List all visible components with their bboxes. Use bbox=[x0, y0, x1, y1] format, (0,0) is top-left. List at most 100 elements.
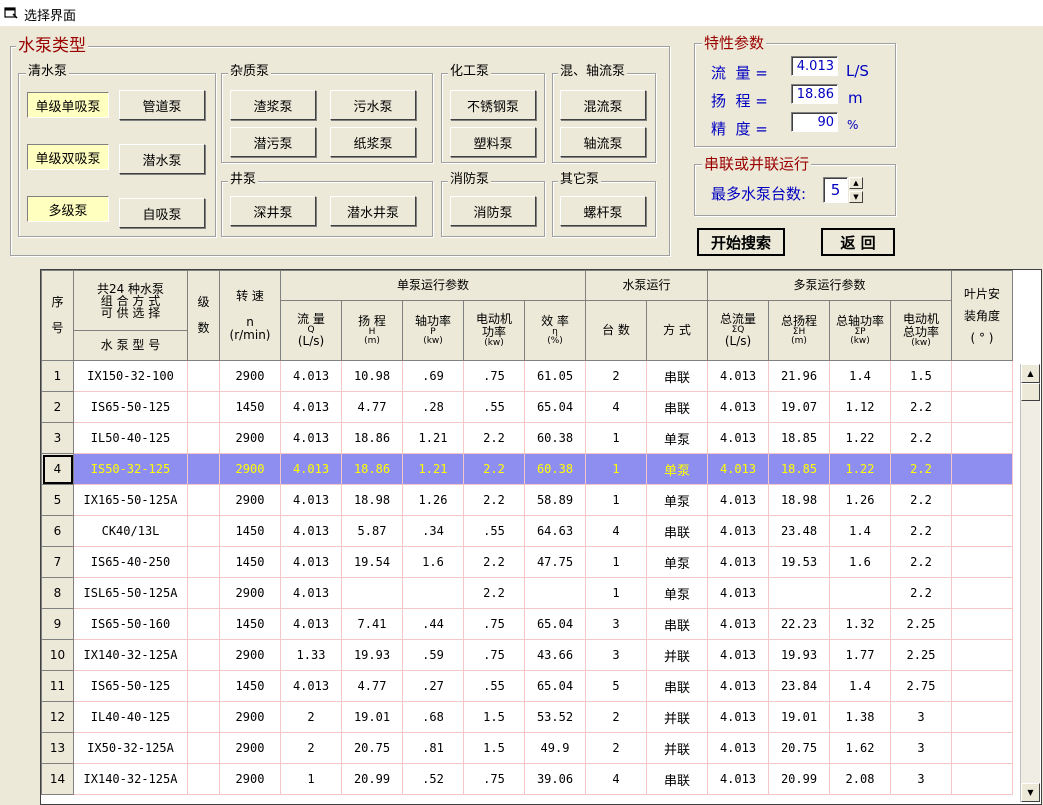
cell-m[interactable]: 1.5 bbox=[463, 732, 525, 764]
table-row[interactable]: 12 IL40-40-125 2900 2 19.01.68 1.5 53.52 2 并联 4.0… bbox=[41, 701, 1013, 733]
table-row[interactable]: 4 IS50-32-125 2900 4.013 18.86 1.21 2.2 60.38 1 单… bbox=[41, 453, 1013, 485]
cell-tm[interactable]: 3 bbox=[890, 701, 952, 733]
cell-tm[interactable]: 2.75 bbox=[890, 670, 952, 702]
row-number[interactable]: 8 bbox=[41, 577, 74, 609]
cell-angle[interactable] bbox=[951, 732, 1013, 764]
cell-m[interactable]: 2.2 bbox=[463, 453, 525, 485]
cell-speed[interactable]: 1450 bbox=[219, 670, 281, 702]
row-number[interactable]: 9 bbox=[41, 608, 74, 640]
cell-h[interactable]: 4.77 bbox=[341, 391, 403, 423]
spin-up-icon[interactable]: ▲ bbox=[849, 177, 863, 189]
scroll-up-icon[interactable]: ▲ bbox=[1021, 364, 1040, 383]
row-number[interactable]: 11 bbox=[41, 670, 74, 702]
cell-th[interactable]: 22.23 bbox=[768, 608, 830, 640]
cell-model[interactable]: IX165-50-125A bbox=[73, 484, 188, 516]
cell-model[interactable]: IX150-32-100 bbox=[73, 360, 188, 392]
cell-th[interactable]: 19.53 bbox=[768, 546, 830, 578]
row-number[interactable]: 5 bbox=[41, 484, 74, 516]
cell-q[interactable]: 2 bbox=[280, 732, 342, 764]
cell-m[interactable]: 2.2 bbox=[463, 484, 525, 516]
cell-tm[interactable]: 1.5 bbox=[890, 360, 952, 392]
cell-mode[interactable]: 单泵 bbox=[646, 453, 708, 485]
cell-tm[interactable]: 3 bbox=[890, 732, 952, 764]
cell-q[interactable]: 4.013 bbox=[280, 484, 342, 516]
cell-tp[interactable]: 1.22 bbox=[829, 422, 891, 454]
cell-e[interactable]: 43.66 bbox=[524, 639, 586, 671]
cell-q[interactable]: 2 bbox=[280, 701, 342, 733]
cell-speed[interactable]: 1450 bbox=[219, 546, 281, 578]
cell-angle[interactable] bbox=[951, 422, 1013, 454]
cell-m[interactable]: 2.2 bbox=[463, 577, 525, 609]
cell-q[interactable]: 4.013 bbox=[280, 515, 342, 547]
cell-h[interactable]: 20.99 bbox=[341, 763, 403, 795]
cell-mode[interactable]: 串联 bbox=[646, 608, 708, 640]
cell-speed[interactable]: 2900 bbox=[219, 577, 281, 609]
mixed-flow-pump-button[interactable]: 混流泵 bbox=[560, 90, 646, 120]
cell-speed[interactable]: 2900 bbox=[219, 639, 281, 671]
cell-mode[interactable]: 并联 bbox=[646, 732, 708, 764]
self-priming-pump-button[interactable]: 自吸泵 bbox=[119, 198, 205, 228]
cell-speed[interactable]: 2900 bbox=[219, 701, 281, 733]
cell-tq[interactable]: 4.013 bbox=[707, 670, 769, 702]
table-row[interactable]: 6 CK40/13L 1450 4.013 5.87.34.55 64.63 4 串联 4.01… bbox=[41, 515, 1013, 547]
cell-count[interactable]: 1 bbox=[585, 453, 647, 485]
cell-mode[interactable]: 串联 bbox=[646, 391, 708, 423]
plastic-pump-button[interactable]: 塑料泵 bbox=[450, 127, 536, 157]
cell-q[interactable]: 4.013 bbox=[280, 360, 342, 392]
cell-tq[interactable]: 4.013 bbox=[707, 391, 769, 423]
pipeline-pump-button[interactable]: 管道泵 bbox=[119, 90, 205, 120]
cell-th[interactable] bbox=[768, 577, 830, 609]
cell-tq[interactable]: 4.013 bbox=[707, 453, 769, 485]
cell-m[interactable]: .75 bbox=[463, 608, 525, 640]
cell-tm[interactable]: 2.2 bbox=[890, 422, 952, 454]
table-row[interactable]: 5 IX165-50-125A 2900 4.013 18.98 1.26 2.2 58.89… bbox=[41, 484, 1013, 516]
cell-mode[interactable]: 单泵 bbox=[646, 484, 708, 516]
cell-angle[interactable] bbox=[951, 484, 1013, 516]
cell-e[interactable]: 60.38 bbox=[524, 422, 586, 454]
cell-tm[interactable]: 2.2 bbox=[890, 577, 952, 609]
cell-stage[interactable] bbox=[187, 546, 220, 578]
cell-stage[interactable] bbox=[187, 391, 220, 423]
max-pumps-spinner[interactable]: ▲ ▼ bbox=[849, 177, 863, 203]
scroll-thumb[interactable] bbox=[1021, 383, 1040, 401]
row-number[interactable]: 7 bbox=[41, 546, 74, 578]
cell-m[interactable]: .55 bbox=[463, 515, 525, 547]
cell-e[interactable]: 58.89 bbox=[524, 484, 586, 516]
cell-tp[interactable]: 1.4 bbox=[829, 670, 891, 702]
submersible-sewage-pump-button[interactable]: 潜污泵 bbox=[230, 127, 316, 157]
cell-th[interactable]: 20.99 bbox=[768, 763, 830, 795]
cell-angle[interactable] bbox=[951, 577, 1013, 609]
cell-speed[interactable]: 2900 bbox=[219, 732, 281, 764]
cell-tp[interactable]: 1.12 bbox=[829, 391, 891, 423]
cell-count[interactable]: 3 bbox=[585, 639, 647, 671]
cell-count[interactable]: 2 bbox=[585, 360, 647, 392]
row-number[interactable]: 12 bbox=[41, 701, 74, 733]
cell-stage[interactable] bbox=[187, 515, 220, 547]
cell-h[interactable]: 18.98 bbox=[341, 484, 403, 516]
cell-model[interactable]: IX140-32-125A bbox=[73, 639, 188, 671]
paper-pulp-pump-button[interactable]: 纸浆泵 bbox=[330, 127, 416, 157]
cell-q[interactable]: 1.33 bbox=[280, 639, 342, 671]
cell-h[interactable]: 7.41 bbox=[341, 608, 403, 640]
cell-p[interactable]: .69 bbox=[402, 360, 464, 392]
table-row[interactable]: 8 ISL65-50-125A 2900 4.013 2.2 1 单泵 4.013 2.2 bbox=[41, 577, 1013, 609]
cell-tq[interactable]: 4.013 bbox=[707, 422, 769, 454]
cell-h[interactable]: 19.93 bbox=[341, 639, 403, 671]
table-row[interactable]: 2 IS65-50-125 1450 4.013 4.77.28.55 65.04 4 串联 4… bbox=[41, 391, 1013, 423]
cell-mode[interactable]: 单泵 bbox=[646, 546, 708, 578]
cell-stage[interactable] bbox=[187, 484, 220, 516]
single-stage-single-suction-button[interactable]: 单级单吸泵 bbox=[27, 92, 109, 118]
slurry-pump-button[interactable]: 渣浆泵 bbox=[230, 90, 316, 120]
cell-tq[interactable]: 4.013 bbox=[707, 763, 769, 795]
cell-q[interactable]: 4.013 bbox=[280, 422, 342, 454]
cell-m[interactable]: .75 bbox=[463, 360, 525, 392]
cell-h[interactable]: 10.98 bbox=[341, 360, 403, 392]
vertical-scrollbar[interactable]: ▲ ▼ bbox=[1020, 364, 1040, 802]
table-row[interactable]: 14 IX140-32-125A 2900 1 20.99.52.75 39.06 4 串联 4… bbox=[41, 763, 1013, 795]
cell-tq[interactable]: 4.013 bbox=[707, 360, 769, 392]
cell-h[interactable]: 18.86 bbox=[341, 453, 403, 485]
cell-tq[interactable]: 4.013 bbox=[707, 732, 769, 764]
cell-stage[interactable] bbox=[187, 422, 220, 454]
cell-model[interactable]: IS65-50-125 bbox=[73, 391, 188, 423]
cell-e[interactable]: 60.38 bbox=[524, 453, 586, 485]
